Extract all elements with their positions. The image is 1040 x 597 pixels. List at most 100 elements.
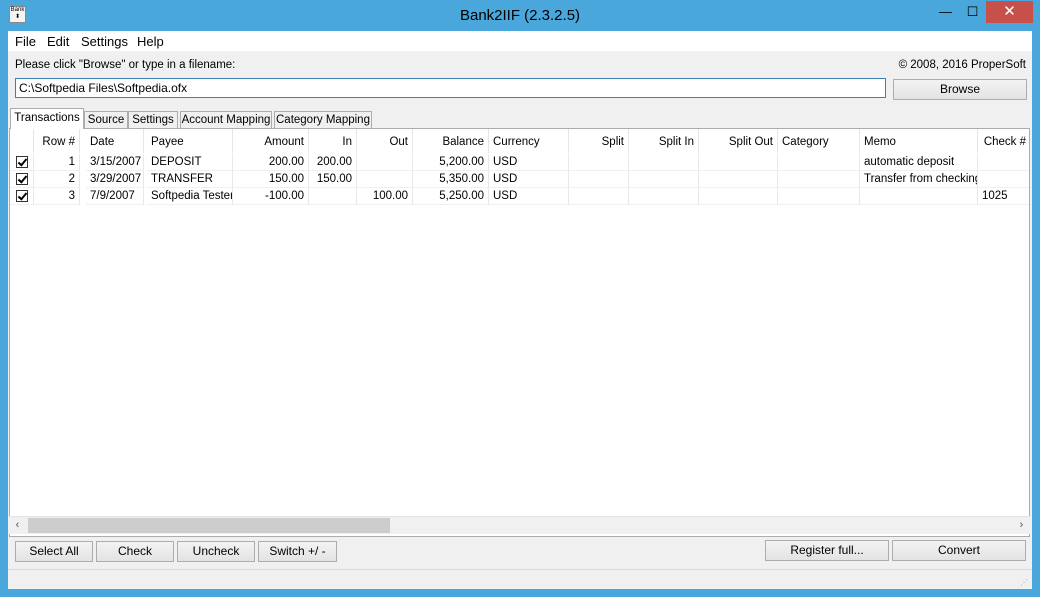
copyright-label: © 2008, 2016 ProperSoft xyxy=(898,59,1026,71)
tab-settings[interactable]: Settings xyxy=(128,111,178,128)
cell-balance: 5,200.00 xyxy=(413,154,489,171)
cell-check-number xyxy=(978,171,1029,188)
cell-split-out xyxy=(699,154,778,171)
table-row[interactable]: 2 3/29/2007 TRANSFER 150.00 150.00 5,350… xyxy=(10,171,1029,188)
cell-in: 200.00 xyxy=(309,154,357,171)
col-split[interactable]: Split xyxy=(569,129,629,153)
col-in[interactable]: In xyxy=(309,129,357,153)
cell-split-out xyxy=(699,188,778,205)
cell-amount: 150.00 xyxy=(233,171,309,188)
menu-file[interactable]: File xyxy=(15,34,36,49)
cell-split xyxy=(569,188,629,205)
cell-payee: DEPOSIT xyxy=(147,154,233,171)
col-date[interactable]: Date xyxy=(86,129,144,153)
maximize-button[interactable]: ☐ xyxy=(959,1,986,23)
cell-currency: USD xyxy=(489,171,569,188)
cell-memo: Transfer from checking xyxy=(860,171,978,188)
horizontal-scrollbar[interactable]: ‹ › xyxy=(9,516,1030,534)
cell-category xyxy=(778,171,860,188)
checkmark-icon xyxy=(16,156,28,168)
cell-split-in xyxy=(629,171,699,188)
col-category[interactable]: Category xyxy=(778,129,860,153)
checkbox-column-header xyxy=(10,129,34,153)
row-checkbox[interactable] xyxy=(10,171,34,188)
cell-split xyxy=(569,154,629,171)
minimize-button[interactable]: — xyxy=(932,1,959,23)
col-split-in[interactable]: Split In xyxy=(629,129,699,153)
menu-help[interactable]: Help xyxy=(137,34,164,49)
register-button[interactable]: Register full... xyxy=(765,540,889,561)
filename-input[interactable] xyxy=(15,78,886,98)
cell-payee: Softpedia Tester xyxy=(147,188,233,205)
tab-category-mapping[interactable]: Category Mapping xyxy=(274,111,372,128)
grid-header: Row # Date Payee Amount In Out Balance C… xyxy=(10,129,1029,153)
cell-balance: 5,250.00 xyxy=(413,188,489,205)
cell-out xyxy=(357,171,413,188)
client-area: File Edit Settings Help Please click "Br… xyxy=(8,31,1032,589)
cell-memo: automatic deposit xyxy=(860,154,978,171)
cell-amount: 200.00 xyxy=(233,154,309,171)
col-payee[interactable]: Payee xyxy=(147,129,233,153)
cell-balance: 5,350.00 xyxy=(413,171,489,188)
cell-in: 150.00 xyxy=(309,171,357,188)
cell-category xyxy=(778,188,860,205)
checkmark-icon xyxy=(16,190,28,202)
col-amount[interactable]: Amount xyxy=(233,129,309,153)
cell-currency: USD xyxy=(489,188,569,205)
cell-split-in xyxy=(629,188,699,205)
menu-edit[interactable]: Edit xyxy=(47,34,69,49)
cell-row: 1 xyxy=(34,154,80,171)
cell-in xyxy=(309,188,357,205)
col-currency[interactable]: Currency xyxy=(489,129,569,153)
cell-memo xyxy=(860,188,978,205)
col-out[interactable]: Out xyxy=(357,129,413,153)
cell-currency: USD xyxy=(489,154,569,171)
title-bar: Bank ⬍ Bank2IIF (2.3.2.5) — ☐ ✕ xyxy=(0,0,1040,31)
row-checkbox[interactable] xyxy=(10,188,34,205)
cell-check-number: 1025 xyxy=(978,188,1029,205)
tab-account-mapping[interactable]: Account Mapping xyxy=(180,111,272,128)
col-memo[interactable]: Memo xyxy=(860,129,978,153)
col-balance[interactable]: Balance xyxy=(413,129,489,153)
menu-bar: File Edit Settings Help xyxy=(8,31,1032,51)
cell-date: 3/15/2007 xyxy=(86,154,144,171)
uncheck-button[interactable]: Uncheck xyxy=(177,541,255,562)
cell-category xyxy=(778,154,860,171)
table-row[interactable]: 3 7/9/2007 Softpedia Tester -100.00 100.… xyxy=(10,188,1029,205)
cell-out xyxy=(357,154,413,171)
cell-payee: TRANSFER xyxy=(147,171,233,188)
col-row[interactable]: Row # xyxy=(34,129,80,153)
cell-row: 2 xyxy=(34,171,80,188)
col-check-number[interactable]: Check # xyxy=(978,129,1029,153)
scroll-left-icon[interactable]: ‹ xyxy=(9,517,26,534)
switch-button[interactable]: Switch +/ - xyxy=(258,541,337,562)
cell-out: 100.00 xyxy=(357,188,413,205)
app-window: Bank ⬍ Bank2IIF (2.3.2.5) — ☐ ✕ File Edit… xyxy=(0,0,1040,597)
cell-amount: -100.00 xyxy=(233,188,309,205)
convert-button[interactable]: Convert xyxy=(892,540,1026,561)
select-all-button[interactable]: Select All xyxy=(15,541,93,562)
check-button[interactable]: Check xyxy=(96,541,174,562)
browse-button[interactable]: Browse xyxy=(893,79,1027,100)
cell-split xyxy=(569,171,629,188)
tab-source[interactable]: Source xyxy=(84,111,128,128)
cell-row: 3 xyxy=(34,188,80,205)
col-split-out[interactable]: Split Out xyxy=(699,129,778,153)
file-prompt-label: Please click "Browse" or type in a filen… xyxy=(15,59,236,71)
cell-split-out xyxy=(699,171,778,188)
scroll-right-icon[interactable]: › xyxy=(1013,517,1030,534)
scroll-thumb[interactable] xyxy=(28,518,390,533)
checkmark-icon xyxy=(16,173,28,185)
transactions-grid[interactable]: Row # Date Payee Amount In Out Balance C… xyxy=(9,128,1030,537)
cell-check-number xyxy=(978,154,1029,171)
cell-split-in xyxy=(629,154,699,171)
cell-date: 3/29/2007 xyxy=(86,171,144,188)
table-row[interactable]: 1 3/15/2007 DEPOSIT 200.00 200.00 5,200.… xyxy=(10,154,1029,171)
window-title: Bank2IIF (2.3.2.5) xyxy=(459,7,581,24)
row-checkbox[interactable] xyxy=(10,154,34,171)
resize-grip-icon[interactable]: ⋰ xyxy=(1020,578,1030,588)
menu-settings[interactable]: Settings xyxy=(81,34,128,49)
tab-transactions[interactable]: Transactions xyxy=(10,108,84,129)
close-button[interactable]: ✕ xyxy=(986,1,1033,23)
cell-date: 7/9/2007 xyxy=(86,188,144,205)
